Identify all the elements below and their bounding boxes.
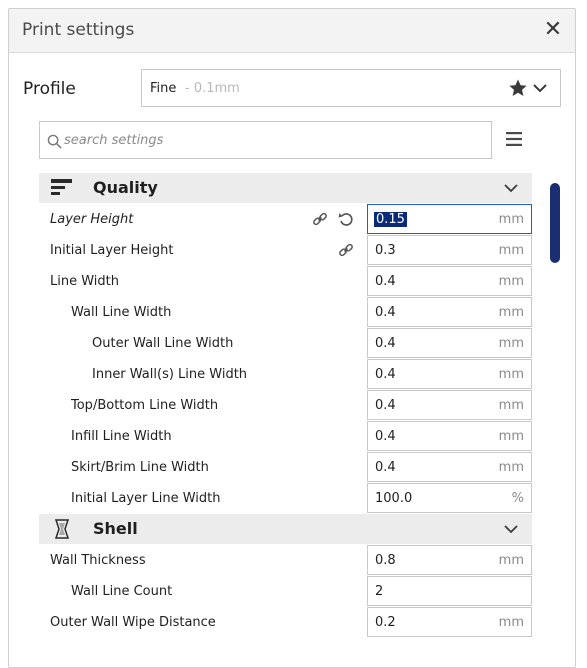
field-unit: mm bbox=[498, 243, 524, 258]
section-label-quality: Quality bbox=[93, 178, 158, 197]
outer-wall-line-width-field[interactable]: 0.4 mm bbox=[367, 328, 532, 358]
menu-icon[interactable] bbox=[506, 132, 522, 146]
setting-label: Wall Thickness bbox=[50, 553, 146, 568]
close-icon: ✕ bbox=[543, 17, 563, 42]
chevron-down-icon bbox=[504, 525, 518, 534]
search-input[interactable] bbox=[62, 123, 482, 157]
setting-row-skirt-brim-line-width: Skirt/Brim Line Width 0.4 mm bbox=[39, 452, 532, 483]
field-unit: mm bbox=[498, 336, 524, 351]
setting-row-wall-line-width: Wall Line Width 0.4 mm bbox=[39, 297, 532, 328]
field-unit: mm bbox=[498, 429, 524, 444]
field-unit: mm bbox=[498, 367, 524, 382]
star-icon[interactable] bbox=[508, 78, 528, 98]
setting-row-line-width: Line Width 0.4 mm bbox=[39, 266, 532, 297]
field-value: 0.4 bbox=[375, 460, 396, 475]
setting-row-infill-line-width: Infill Line Width 0.4 mm bbox=[39, 421, 532, 452]
field-unit: % bbox=[511, 491, 524, 506]
field-unit: mm bbox=[498, 460, 524, 475]
chevron-down-icon bbox=[504, 184, 518, 193]
field-value: 0.4 bbox=[375, 274, 396, 289]
field-unit: mm bbox=[498, 615, 524, 630]
setting-label: Line Width bbox=[50, 274, 119, 289]
setting-row-top-bottom-line-width: Top/Bottom Line Width 0.4 mm bbox=[39, 390, 532, 421]
setting-label: Outer Wall Wipe Distance bbox=[50, 615, 216, 630]
field-value: 0.15 bbox=[374, 212, 407, 227]
field-value: 100.0 bbox=[375, 491, 413, 506]
layer-height-field[interactable]: 0.15 mm bbox=[367, 204, 532, 234]
setting-row-inner-wall-line-width: Inner Wall(s) Line Width 0.4 mm bbox=[39, 359, 532, 390]
setting-label: Inner Wall(s) Line Width bbox=[92, 367, 248, 382]
setting-row-layer-height: Layer Height 0.15 mm bbox=[39, 204, 532, 235]
setting-row-outer-wall-wipe-distance: Outer Wall Wipe Distance 0.2 mm bbox=[39, 607, 532, 638]
profile-dropdown[interactable]: Fine - 0.1mm bbox=[141, 69, 561, 107]
setting-label: Initial Layer Height bbox=[50, 243, 174, 258]
initial-layer-height-field[interactable]: 0.3 mm bbox=[367, 235, 532, 265]
inner-wall-line-width-field[interactable]: 0.4 mm bbox=[367, 359, 532, 389]
field-value: 0.3 bbox=[375, 243, 396, 258]
setting-label: Outer Wall Line Width bbox=[92, 336, 234, 351]
field-value: 0.4 bbox=[375, 305, 396, 320]
close-button[interactable]: ✕ bbox=[541, 17, 565, 43]
setting-row-wall-line-count: Wall Line Count 2 bbox=[39, 576, 532, 607]
link-icon[interactable] bbox=[312, 211, 328, 227]
panel-title: Print settings bbox=[22, 20, 135, 40]
field-value: 2 bbox=[375, 584, 384, 599]
scrollbar[interactable] bbox=[550, 183, 560, 263]
outer-wall-wipe-distance-field[interactable]: 0.2 mm bbox=[367, 607, 532, 637]
search-box bbox=[39, 121, 492, 159]
reset-icon[interactable] bbox=[338, 211, 354, 227]
setting-label: Wall Line Count bbox=[71, 584, 173, 599]
infill-line-width-field[interactable]: 0.4 mm bbox=[367, 421, 532, 451]
field-value: 0.4 bbox=[375, 429, 396, 444]
field-value: 0.4 bbox=[375, 367, 396, 382]
field-unit: mm bbox=[498, 398, 524, 413]
quality-icon bbox=[51, 179, 72, 195]
section-label-shell: Shell bbox=[93, 519, 138, 538]
setting-label: Skirt/Brim Line Width bbox=[71, 460, 209, 475]
setting-label: Wall Line Width bbox=[71, 305, 172, 320]
field-value: 0.2 bbox=[375, 615, 396, 630]
section-quality[interactable]: Quality bbox=[39, 173, 532, 203]
link-icon[interactable] bbox=[338, 242, 354, 258]
print-settings-panel: Print settings ✕ Profile Fine - 0.1mm se… bbox=[8, 8, 576, 668]
profile-name: Fine bbox=[150, 81, 177, 96]
search-icon bbox=[47, 134, 62, 149]
setting-row-initial-layer-line-width: Initial Layer Line Width 100.0 % bbox=[39, 483, 532, 514]
field-unit: mm bbox=[498, 553, 524, 568]
wall-thickness-field[interactable]: 0.8 mm bbox=[367, 545, 532, 575]
field-value: 0.4 bbox=[375, 336, 396, 351]
field-unit: mm bbox=[498, 305, 524, 320]
field-unit: mm bbox=[498, 212, 524, 227]
title-bar: Print settings ✕ bbox=[9, 9, 575, 53]
setting-label: Infill Line Width bbox=[71, 429, 172, 444]
wall-line-count-field[interactable]: 2 bbox=[367, 576, 532, 606]
line-width-field[interactable]: 0.4 mm bbox=[367, 266, 532, 296]
settings-list: Quality Layer Height 0.15 mm Initial Lay bbox=[39, 173, 532, 638]
initial-layer-line-width-field[interactable]: 100.0 % bbox=[367, 483, 532, 513]
field-unit: mm bbox=[498, 274, 524, 289]
section-shell[interactable]: Shell bbox=[39, 514, 532, 544]
profile-row: Profile Fine - 0.1mm bbox=[9, 69, 577, 107]
field-value: 0.4 bbox=[375, 398, 396, 413]
setting-label: Top/Bottom Line Width bbox=[71, 398, 219, 413]
setting-label: Initial Layer Line Width bbox=[71, 491, 221, 506]
setting-row-initial-layer-height: Initial Layer Height 0.3 mm bbox=[39, 235, 532, 266]
skirt-brim-line-width-field[interactable]: 0.4 mm bbox=[367, 452, 532, 482]
profile-label: Profile bbox=[23, 79, 76, 99]
field-value: 0.8 bbox=[375, 553, 396, 568]
setting-row-outer-wall-line-width: Outer Wall Line Width 0.4 mm bbox=[39, 328, 532, 359]
chevron-down-icon bbox=[533, 84, 547, 93]
wall-line-width-field[interactable]: 0.4 mm bbox=[367, 297, 532, 327]
setting-row-wall-thickness: Wall Thickness 0.8 mm bbox=[39, 545, 532, 576]
top-bottom-line-width-field[interactable]: 0.4 mm bbox=[367, 390, 532, 420]
setting-label: Layer Height bbox=[50, 212, 134, 227]
profile-layer-height: - 0.1mm bbox=[185, 81, 240, 96]
shell-icon bbox=[54, 519, 70, 539]
